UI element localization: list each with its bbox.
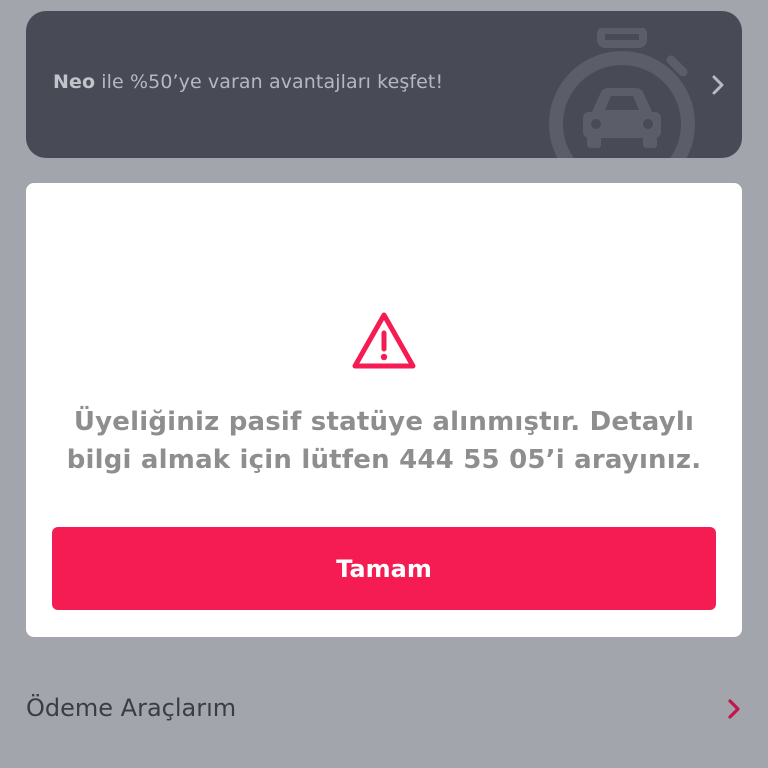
chevron-right-icon[interactable] <box>708 73 728 97</box>
alert-message: Üyeliğiniz pasif statüye alınmıştır. Det… <box>66 407 702 475</box>
menu-item-label: Ödeme Araçlarım <box>26 694 237 722</box>
chevron-right-icon <box>728 699 740 719</box>
stopwatch-car-icon <box>549 28 695 158</box>
menu-item-payment-methods[interactable]: Ödeme Araçlarım <box>0 672 768 748</box>
alert-modal: Üyeliğiniz pasif statüye alınmıştır. Det… <box>26 183 742 637</box>
promo-banner[interactable]: Neo ile %50’ye varan avantajları keşfet! <box>26 11 742 158</box>
screen: Neo ile %50’ye varan avantajları keşfet! <box>0 0 768 768</box>
warning-triangle-icon <box>352 312 416 369</box>
promo-message: ile %50’ye varan avantajları keşfet! <box>95 71 444 93</box>
promo-brand: Neo <box>53 71 96 93</box>
promo-text: Neo ile %50’ye varan avantajları keşfet! <box>53 71 443 93</box>
ok-button[interactable]: Tamam <box>52 527 716 610</box>
